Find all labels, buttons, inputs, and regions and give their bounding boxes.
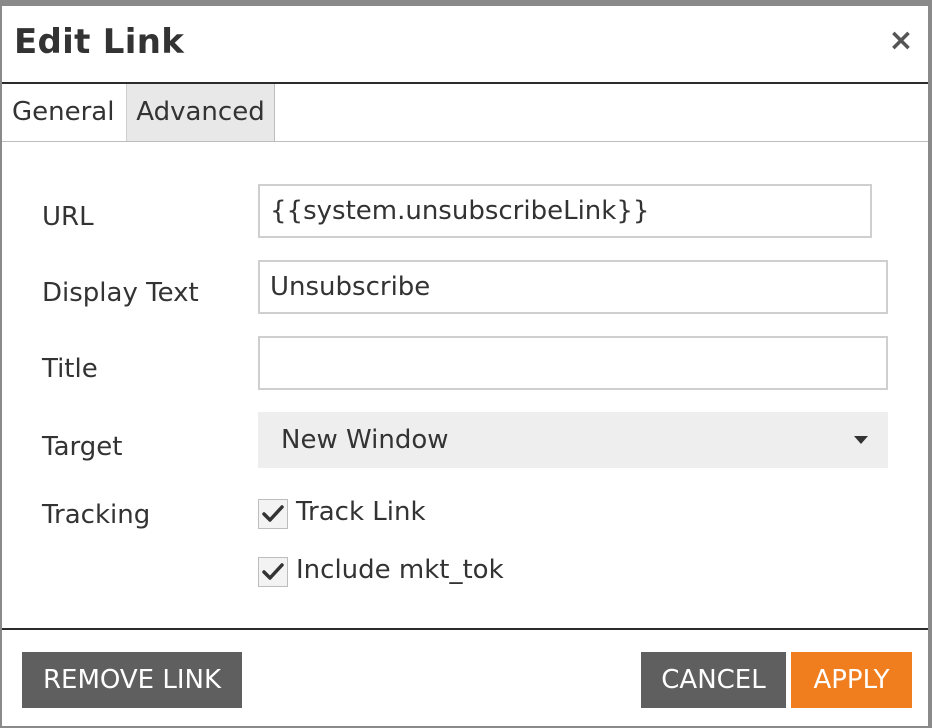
track-link-checkbox[interactable]	[258, 499, 288, 529]
dialog-title: Edit Link	[14, 22, 185, 62]
target-label: Target	[42, 432, 123, 462]
track-link-label: Track Link	[296, 497, 426, 527]
checkmark-icon	[262, 563, 284, 580]
include-mkt-tok-label: Include mkt_tok	[296, 555, 504, 585]
remove-link-button[interactable]: REMOVE LINK	[22, 652, 242, 708]
apply-button[interactable]: APPLY	[791, 652, 912, 708]
edit-link-dialog: Edit Link × General Advanced URL Display…	[2, 6, 928, 726]
dialog-header: Edit Link ×	[2, 6, 928, 84]
tab-bar: General Advanced	[2, 84, 928, 142]
close-icon[interactable]: ×	[888, 26, 914, 56]
chevron-down-icon	[854, 436, 868, 444]
dialog-footer: REMOVE LINK CANCEL APPLY	[2, 628, 928, 726]
tab-general[interactable]: General	[2, 84, 126, 141]
checkmark-icon	[262, 505, 284, 522]
title-label: Title	[42, 354, 98, 384]
display-text-label: Display Text	[42, 278, 199, 308]
title-input[interactable]	[258, 336, 888, 390]
display-text-input[interactable]	[258, 260, 888, 314]
form-body: URL Display Text Title Target New Window…	[2, 142, 928, 628]
tracking-label: Tracking	[42, 500, 151, 530]
target-select[interactable]: New Window	[258, 412, 888, 468]
target-selected-value: New Window	[281, 425, 449, 455]
url-input[interactable]	[258, 184, 872, 238]
tab-advanced[interactable]: Advanced	[126, 84, 275, 141]
cancel-button[interactable]: CANCEL	[641, 652, 786, 708]
include-mkt-tok-checkbox[interactable]	[258, 557, 288, 587]
url-label: URL	[42, 202, 94, 232]
